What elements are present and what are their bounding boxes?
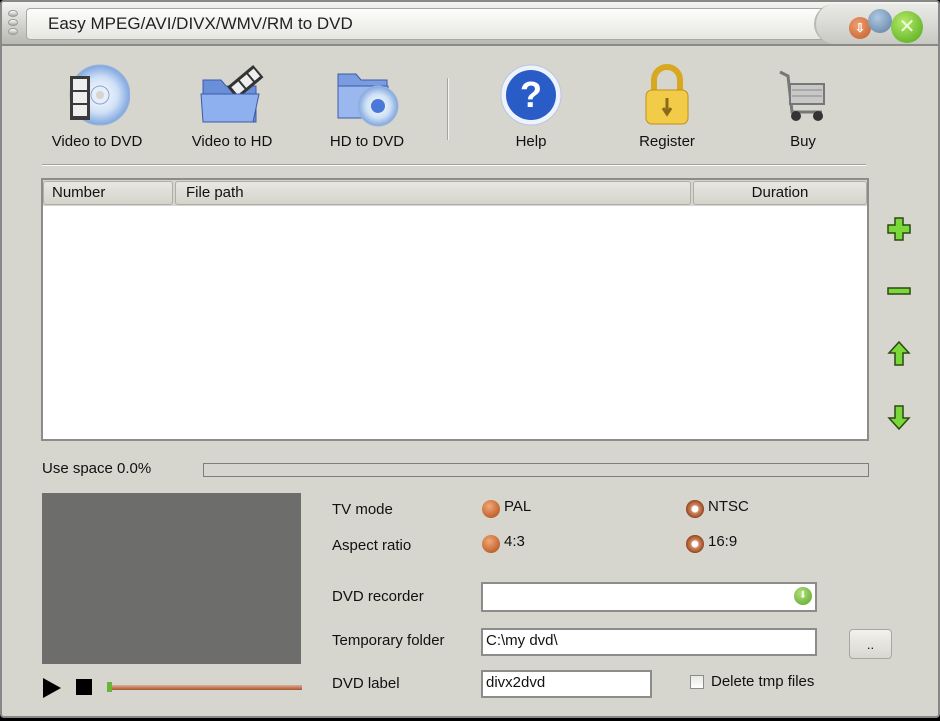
dropdown-arrow-icon[interactable]: ⬇: [794, 587, 812, 605]
close-button[interactable]: ✕: [891, 11, 923, 43]
column-duration[interactable]: Duration: [693, 181, 867, 205]
hd-to-dvd-label: HD to DVD: [329, 133, 405, 150]
hd-to-dvd-button[interactable]: HD to DVD: [312, 58, 422, 158]
dvd-label-label: DVD label: [332, 675, 400, 692]
help-button[interactable]: ? Help: [476, 58, 586, 158]
temp-folder-label: Temporary folder: [332, 632, 445, 649]
stop-icon[interactable]: [76, 679, 92, 695]
toolbar-separator: [447, 78, 449, 140]
video-to-dvd-label: Video to DVD: [51, 133, 143, 150]
browse-button[interactable]: ..: [849, 629, 892, 659]
maximize-button[interactable]: [868, 9, 892, 33]
toolbar: Video to DVD Video to HD HD to DVD ? Hel…: [42, 58, 866, 168]
buy-button[interactable]: Buy: [748, 58, 858, 158]
buy-label: Buy: [790, 133, 816, 150]
window-grip-icon[interactable]: [8, 10, 20, 38]
seek-slider[interactable]: [109, 685, 302, 690]
title-bar[interactable]: Easy MPEG/AVI/DIVX/WMV/RM to DVD ⇩ ✕: [2, 2, 938, 46]
column-file-path[interactable]: File path: [175, 181, 691, 205]
video-to-dvd-button[interactable]: Video to DVD: [42, 58, 152, 158]
radio-pal-label: PAL: [504, 498, 532, 515]
radio-dot-4-3: [482, 535, 500, 553]
dvd-recorder-select[interactable]: ⬇: [481, 582, 817, 612]
svg-text:?: ?: [520, 74, 542, 115]
play-icon[interactable]: [43, 678, 61, 698]
video-to-hd-label: Video to HD: [191, 133, 273, 150]
radio-4-3-label: 4:3: [504, 533, 525, 550]
delete-tmp-label: Delete tmp files: [711, 673, 815, 690]
radio-ntsc-label: NTSC: [708, 498, 749, 515]
file-list[interactable]: Number File path Duration: [41, 178, 869, 441]
move-down-icon[interactable]: [884, 402, 914, 432]
seek-thumb[interactable]: [107, 682, 112, 692]
use-space-label: Use space 0.0%: [42, 460, 152, 477]
window-title: Easy MPEG/AVI/DIVX/WMV/RM to DVD: [48, 14, 353, 33]
shopping-cart-icon: [779, 70, 825, 121]
radio-dot-16-9: [686, 535, 704, 553]
radio-dot-ntsc: [686, 500, 704, 518]
video-to-hd-button[interactable]: Video to HD: [177, 58, 287, 158]
tv-mode-label: TV mode: [332, 501, 393, 518]
film-disc-icon: [69, 64, 130, 126]
app-window: Easy MPEG/AVI/DIVX/WMV/RM to DVD ⇩ ✕ Vid…: [0, 0, 940, 718]
dvd-label-input[interactable]: divx2dvd: [481, 670, 652, 698]
delete-tmp-checkbox[interactable]: [690, 675, 704, 689]
column-number[interactable]: Number: [43, 181, 173, 205]
file-list-header: Number File path Duration: [43, 180, 867, 206]
remove-icon[interactable]: [884, 276, 914, 306]
folder-disc-icon: [337, 73, 399, 127]
radio-16-9-label: 16:9: [708, 533, 738, 550]
video-preview: [42, 493, 301, 664]
register-button[interactable]: Register: [612, 58, 722, 158]
register-label: Register: [639, 133, 695, 150]
temp-folder-input[interactable]: C:\my dvd\: [481, 628, 817, 656]
dvd-recorder-label: DVD recorder: [332, 588, 424, 605]
help-icon: ?: [500, 64, 562, 126]
help-label: Help: [515, 133, 547, 150]
use-space-progress: [203, 463, 869, 477]
folder-film-icon: [200, 65, 264, 123]
toolbar-divider: [42, 164, 866, 166]
aspect-ratio-label: Aspect ratio: [332, 537, 412, 554]
move-up-icon[interactable]: [884, 339, 914, 369]
radio-dot-pal: [482, 500, 500, 518]
padlock-icon: [645, 64, 689, 125]
add-icon[interactable]: [884, 214, 914, 244]
